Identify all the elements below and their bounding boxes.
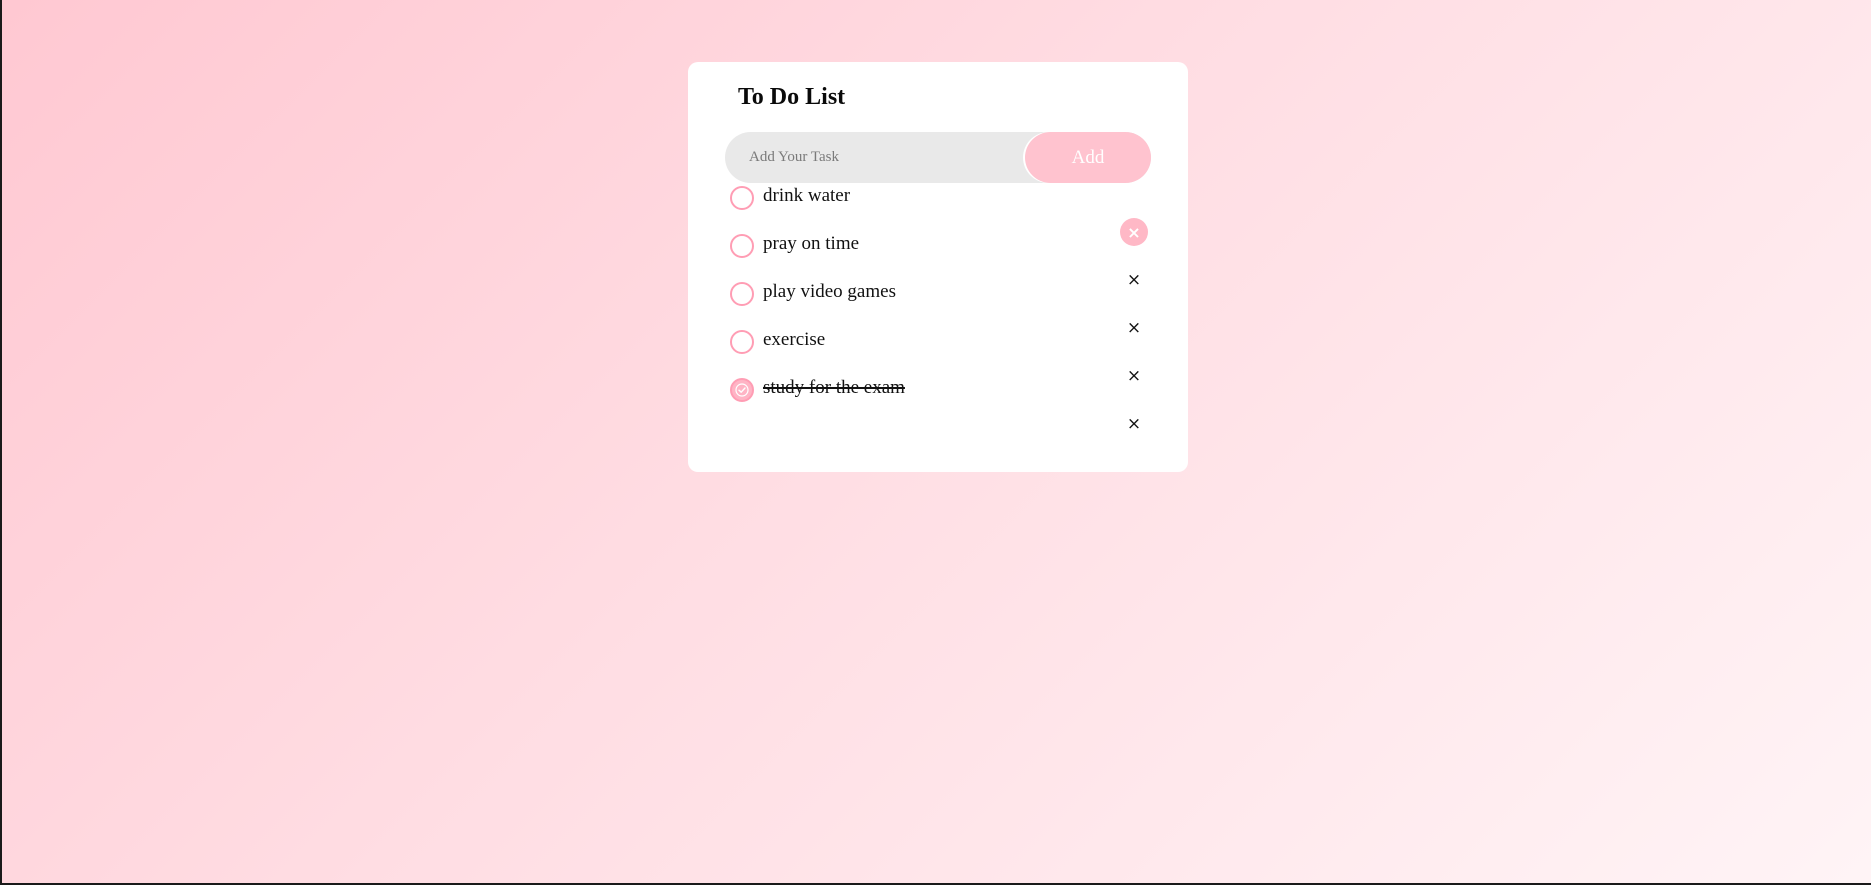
checkbox-circle-icon[interactable] [730,282,754,306]
checkbox-circle-icon[interactable] [730,330,754,354]
task-input-row: Add [725,132,1151,183]
checked-circle-icon[interactable] [730,378,754,402]
task-item[interactable]: pray on time [730,232,1150,260]
task-label: pray on time [763,233,860,254]
task-label: study for the exam [763,377,905,398]
close-icon: × [1126,414,1142,434]
window-frame-left [0,0,2,885]
todo-card: To Do List Add drink water × pray on tim… [688,62,1188,472]
task-item[interactable]: play video games [730,280,1150,308]
checkmark-icon [735,383,749,397]
checkbox-circle-icon[interactable] [730,234,754,258]
task-item[interactable]: drink water [730,184,1150,212]
task-label: play video games [763,281,896,302]
task-label: drink water [763,185,851,206]
task-item[interactable]: exercise [730,328,1150,356]
delete-task-button[interactable]: × [1120,410,1148,438]
add-task-button[interactable]: Add [1025,132,1151,183]
task-item[interactable]: study for the exam [730,376,1150,404]
task-input[interactable] [749,132,1009,183]
checkbox-circle-icon[interactable] [730,186,754,210]
task-label: exercise [763,329,826,350]
page-title: To Do List [738,84,846,110]
